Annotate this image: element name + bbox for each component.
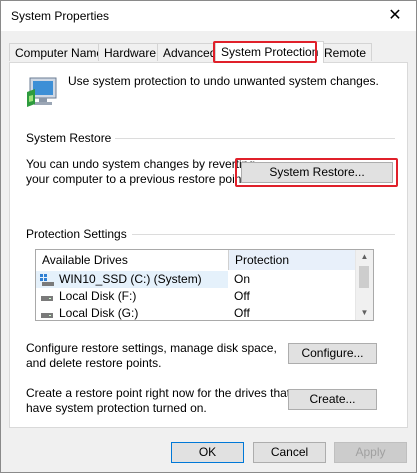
close-icon[interactable]: ✕	[384, 5, 406, 27]
system-properties-window: System Properties ✕ Computer Name Hardwa…	[0, 0, 417, 473]
configure-description-line2: and delete restore points.	[26, 356, 162, 370]
drive-row[interactable]: Local Disk (F:) Off	[36, 288, 357, 305]
system-restore-group-title: System Restore	[26, 131, 112, 145]
create-button[interactable]: Create...	[288, 389, 377, 410]
drive-protection: On	[234, 272, 251, 286]
drive-name: Local Disk (G:)	[59, 306, 139, 320]
window-title: System Properties	[11, 9, 110, 23]
drive-name-cell: WIN10_SSD (C:) (System)	[36, 271, 228, 288]
system-drive-icon	[40, 273, 54, 286]
intro-text: Use system protection to undo unwanted s…	[68, 74, 379, 88]
tab-strip: Computer Name Hardware Advanced System P…	[9, 41, 409, 63]
group-divider	[132, 234, 395, 235]
drive-row[interactable]: WIN10_SSD (C:) (System) On	[36, 271, 357, 288]
title-bar: System Properties ✕	[1, 1, 416, 31]
computer-shield-icon	[27, 77, 57, 107]
drive-name-cell: Local Disk (G:)	[36, 305, 228, 320]
create-description-line1: Create a restore point right now for the…	[26, 386, 291, 400]
column-header-protection[interactable]: Protection	[228, 250, 357, 270]
drive-protection: Off	[234, 306, 250, 320]
drive-name-cell: Local Disk (F:)	[36, 288, 228, 305]
scroll-up-icon[interactable]: ▲	[356, 250, 373, 264]
tab-computer-name[interactable]: Computer Name	[9, 43, 110, 61]
system-protection-panel: Use system protection to undo unwanted s…	[9, 62, 408, 428]
drives-list-header: Available Drives Protection	[36, 250, 357, 270]
tab-hardware[interactable]: Hardware	[98, 43, 163, 61]
column-header-available-drives[interactable]: Available Drives	[36, 250, 228, 270]
disk-drive-icon	[41, 312, 53, 318]
cancel-button[interactable]: Cancel	[253, 442, 326, 463]
create-description-line2: have system protection turned on.	[26, 401, 207, 415]
protection-settings-group-title: Protection Settings	[26, 227, 127, 241]
tab-remote[interactable]: Remote	[318, 43, 373, 61]
group-divider	[115, 138, 395, 139]
tab-highlight-box	[213, 41, 317, 63]
drive-protection: Off	[234, 289, 250, 303]
apply-button[interactable]: Apply	[334, 442, 407, 463]
drives-scrollbar[interactable]: ▲ ▼	[355, 250, 373, 320]
system-restore-description-line2: your computer to a previous restore poin…	[26, 172, 249, 186]
ok-button[interactable]: OK	[171, 442, 244, 463]
scroll-thumb[interactable]	[359, 266, 369, 288]
drive-name: WIN10_SSD (C:) (System)	[59, 272, 202, 286]
system-restore-highlight-box	[235, 158, 398, 187]
system-restore-description-line1: You can undo system changes by reverting	[26, 157, 256, 171]
drive-row[interactable]: Local Disk (G:) Off	[36, 305, 357, 320]
drives-list[interactable]: Available Drives Protection WIN10_SSD (C…	[35, 249, 374, 321]
disk-drive-icon	[41, 295, 53, 301]
configure-description-line1: Configure restore settings, manage disk …	[26, 341, 277, 355]
drive-name: Local Disk (F:)	[59, 289, 137, 303]
scroll-down-icon[interactable]: ▼	[356, 306, 373, 320]
configure-button[interactable]: Configure...	[288, 343, 377, 364]
